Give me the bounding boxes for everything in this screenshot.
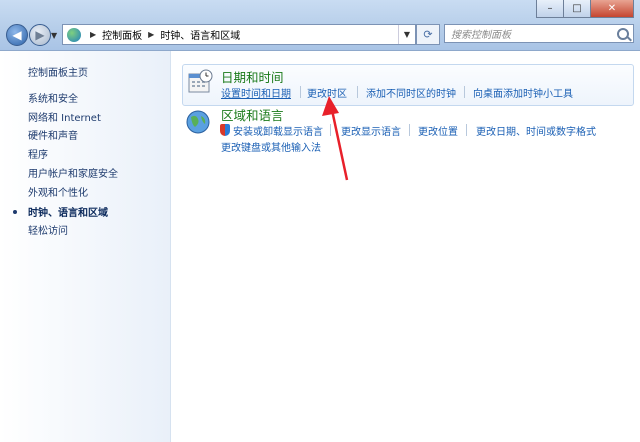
breadcrumb-control-panel[interactable]: 控制面板: [102, 27, 142, 42]
active-bullet-icon: [13, 210, 17, 214]
annotation-arrow-icon: [322, 96, 349, 181]
category-title-date-time[interactable]: 日期和时间: [221, 67, 284, 86]
forward-arrow-icon: ▶: [35, 28, 45, 42]
calendar-clock-icon: [188, 69, 213, 93]
link-divider: [466, 124, 467, 136]
uac-shield-icon: [220, 124, 230, 136]
close-button[interactable]: ✕: [590, 0, 634, 18]
globe-clock-icon: [186, 110, 210, 134]
sidebar-item-home[interactable]: 控制面板主页: [28, 64, 88, 79]
refresh-button[interactable]: ⟳: [416, 24, 440, 45]
sidebar-item-clock-language-region[interactable]: 时钟、语言和区域: [28, 204, 108, 219]
address-dropdown-icon[interactable]: ▼: [398, 25, 415, 44]
sidebar-item-hardware-sound[interactable]: 硬件和声音: [28, 127, 78, 142]
history-dropdown-icon[interactable]: ▼: [51, 31, 57, 40]
maximize-button[interactable]: □: [563, 0, 591, 18]
search-placeholder: 搜索控制面板: [451, 30, 511, 41]
forward-button[interactable]: ▶: [29, 24, 51, 46]
link-change-date-time-number-format[interactable]: 更改日期、时间或数字格式: [476, 123, 596, 138]
sidebar-item-programs[interactable]: 程序: [28, 146, 48, 161]
search-icon[interactable]: [617, 28, 629, 40]
breadcrumb-clock-language-region[interactable]: 时钟、语言和区域: [160, 27, 240, 42]
sidebar-item-appearance[interactable]: 外观和个性化: [28, 184, 88, 199]
category-title-region-language[interactable]: 区域和语言: [221, 105, 284, 124]
link-change-location[interactable]: 更改位置: [418, 123, 458, 138]
link-change-keyboard-input[interactable]: 更改键盘或其他输入法: [221, 139, 321, 154]
sidebar-item-network[interactable]: 网络和 Internet: [28, 109, 101, 124]
sidebar-item-system-security[interactable]: 系统和安全: [28, 90, 78, 105]
breadcrumb-separator-icon[interactable]: ▶: [148, 30, 154, 39]
control-panel-icon: [67, 27, 81, 42]
address-bar[interactable]: ▶ 控制面板 ▶ 时钟、语言和区域 ▼: [62, 24, 416, 45]
back-arrow-icon: ◀: [12, 28, 22, 42]
link-divider: [409, 124, 410, 136]
link-add-clocks[interactable]: 添加不同时区的时钟: [366, 85, 456, 100]
minimize-button[interactable]: –: [536, 0, 564, 18]
breadcrumb-separator-icon[interactable]: ▶: [90, 30, 96, 39]
sidebar-item-user-accounts[interactable]: 用户帐户和家庭安全: [28, 165, 118, 180]
window-controls: – □ ✕: [536, 0, 634, 18]
back-button[interactable]: ◀: [6, 24, 28, 46]
sidebar-item-ease-of-access[interactable]: 轻松访问: [28, 222, 68, 237]
link-divider: [464, 86, 465, 98]
refresh-icon: ⟳: [423, 28, 433, 41]
link-divider: [300, 86, 301, 98]
link-set-time-date[interactable]: 设置时间和日期: [221, 85, 291, 100]
search-input[interactable]: 搜索控制面板: [444, 24, 634, 43]
link-add-clock-gadget[interactable]: 向桌面添加时钟小工具: [473, 85, 573, 100]
